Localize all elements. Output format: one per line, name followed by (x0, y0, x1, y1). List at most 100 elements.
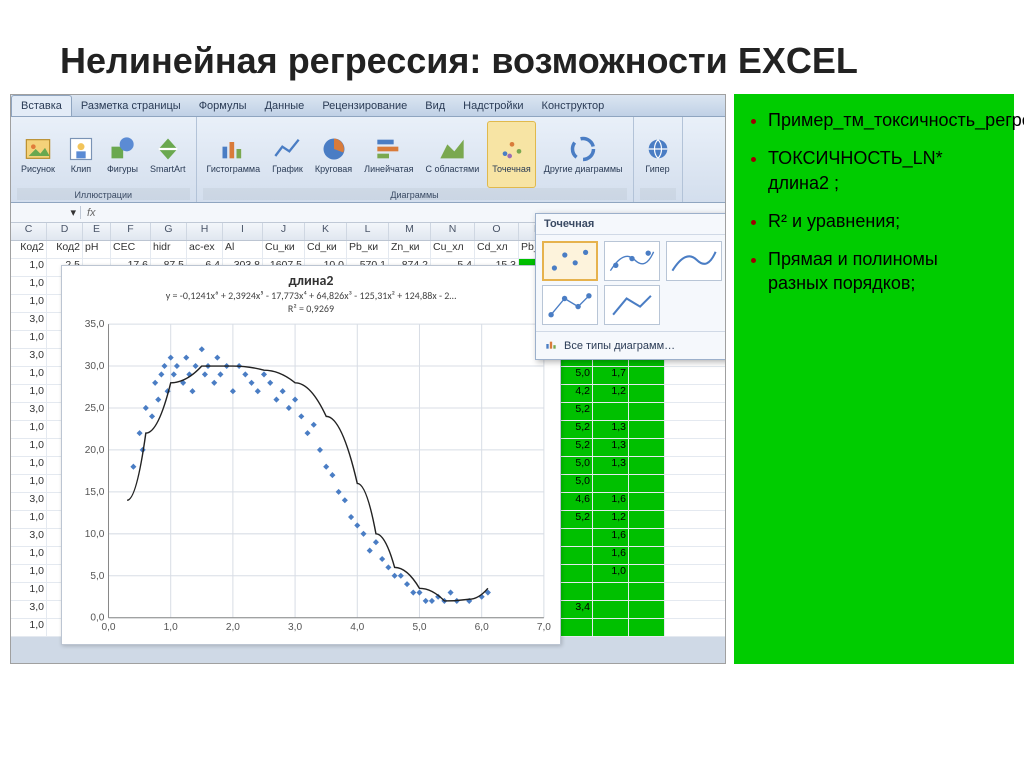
data-cell[interactable] (629, 619, 665, 636)
data-cell[interactable]: 1,3 (593, 439, 629, 456)
data-cell[interactable]: 1,0 (11, 565, 47, 582)
tab-formulas[interactable]: Формулы (190, 96, 256, 116)
col-header-D[interactable]: D (47, 223, 83, 240)
col-header-M[interactable]: M (389, 223, 431, 240)
data-cell[interactable]: 5,0 (557, 475, 593, 492)
insert-clip[interactable]: Клип (63, 121, 99, 188)
data-cell[interactable]: 5,0 (557, 457, 593, 474)
header-cell[interactable]: Cd_хл (475, 241, 519, 258)
chart-bar[interactable]: Линейчатая (360, 121, 417, 188)
col-header-F[interactable]: F (111, 223, 151, 240)
data-cell[interactable]: 3,0 (11, 529, 47, 546)
data-cell[interactable]: 1,0 (11, 385, 47, 402)
col-header-E[interactable]: E (83, 223, 111, 240)
data-cell[interactable]: 1,6 (593, 547, 629, 564)
data-cell[interactable]: 3,0 (11, 493, 47, 510)
data-cell[interactable] (557, 529, 593, 546)
data-cell[interactable]: 1,0 (11, 547, 47, 564)
data-cell[interactable]: 3,0 (11, 601, 47, 618)
header-cell[interactable]: Al (223, 241, 263, 258)
col-header-H[interactable]: H (187, 223, 223, 240)
insert-hyperlink[interactable]: Гипер (640, 121, 676, 188)
data-cell[interactable] (629, 493, 665, 510)
col-header-J[interactable]: J (263, 223, 305, 240)
data-cell[interactable]: 3,0 (11, 313, 47, 330)
data-cell[interactable]: 1,0 (11, 277, 47, 294)
chart-scatter[interactable]: Точечная (487, 121, 536, 188)
tab-review[interactable]: Рецензирование (313, 96, 416, 116)
data-cell[interactable] (593, 403, 629, 420)
all-chart-types[interactable]: Все типы диаграмм… (536, 331, 726, 359)
data-cell[interactable]: 1,2 (593, 385, 629, 402)
col-header-O[interactable]: O (475, 223, 519, 240)
data-cell[interactable] (557, 565, 593, 582)
header-cell[interactable]: CEC (111, 241, 151, 258)
col-header-N[interactable]: N (431, 223, 475, 240)
header-cell[interactable]: Код2 (11, 241, 47, 258)
data-cell[interactable] (557, 619, 593, 636)
header-cell[interactable]: Cd_ки (305, 241, 347, 258)
data-cell[interactable] (593, 619, 629, 636)
data-cell[interactable]: 1,0 (11, 367, 47, 384)
col-header-I[interactable]: I (223, 223, 263, 240)
scatter-lines-option[interactable] (604, 285, 660, 325)
tab-insert[interactable]: Вставка (11, 95, 72, 116)
data-cell[interactable] (629, 547, 665, 564)
tab-page-layout[interactable]: Разметка страницы (72, 96, 190, 116)
insert-picture[interactable]: Рисунок (17, 121, 59, 188)
data-cell[interactable]: 3,0 (11, 403, 47, 420)
data-cell[interactable] (629, 421, 665, 438)
name-box[interactable]: ▾ (11, 206, 81, 219)
data-cell[interactable]: 1,2 (593, 511, 629, 528)
col-header-C[interactable]: C (11, 223, 47, 240)
data-cell[interactable]: 1,0 (593, 565, 629, 582)
data-cell[interactable]: 5,2 (557, 439, 593, 456)
data-cell[interactable]: 1,3 (593, 421, 629, 438)
data-cell[interactable]: 4,2 (557, 385, 593, 402)
header-cell[interactable]: Pb_ки (347, 241, 389, 258)
chart-line[interactable]: График (268, 121, 307, 188)
data-cell[interactable]: 5,0 (557, 367, 593, 384)
insert-shapes[interactable]: Фигуры (103, 121, 142, 188)
header-cell[interactable]: Код2 (47, 241, 83, 258)
data-cell[interactable]: 4,6 (557, 493, 593, 510)
data-cell[interactable]: 5,2 (557, 403, 593, 420)
tab-design[interactable]: Конструктор (533, 96, 614, 116)
data-cell[interactable] (629, 529, 665, 546)
data-cell[interactable]: 1,0 (11, 259, 47, 276)
tab-addins[interactable]: Надстройки (454, 96, 532, 116)
data-cell[interactable]: 1,0 (11, 457, 47, 474)
data-cell[interactable] (629, 601, 665, 618)
data-cell[interactable] (629, 403, 665, 420)
data-cell[interactable]: 1,6 (593, 529, 629, 546)
data-cell[interactable] (629, 475, 665, 492)
data-cell[interactable] (629, 565, 665, 582)
tab-data[interactable]: Данные (256, 96, 314, 116)
data-cell[interactable]: 1,7 (593, 367, 629, 384)
header-cell[interactable]: ac-ex (187, 241, 223, 258)
data-cell[interactable] (629, 583, 665, 600)
scatter-smooth-markers-option[interactable] (604, 241, 660, 281)
insert-smartart[interactable]: SmartArt (146, 121, 190, 188)
data-cell[interactable]: 1,0 (11, 421, 47, 438)
fx-icon[interactable]: fx (81, 207, 102, 219)
data-cell[interactable] (629, 457, 665, 474)
data-cell[interactable] (557, 547, 593, 564)
header-cell[interactable]: Cu_ки (263, 241, 305, 258)
header-cell[interactable]: pH (83, 241, 111, 258)
header-cell[interactable]: hidr (151, 241, 187, 258)
data-cell[interactable]: 1,0 (11, 583, 47, 600)
col-header-K[interactable]: K (305, 223, 347, 240)
data-cell[interactable]: 1,0 (11, 511, 47, 528)
data-cell[interactable] (629, 367, 665, 384)
chart-column[interactable]: Гистограмма (203, 121, 265, 188)
data-cell[interactable] (593, 475, 629, 492)
header-cell[interactable]: Cu_хл (431, 241, 475, 258)
data-cell[interactable]: 5,2 (557, 511, 593, 528)
header-cell[interactable]: Zn_ки (389, 241, 431, 258)
scatter-lines-markers-option[interactable] (542, 285, 598, 325)
data-cell[interactable]: 1,0 (11, 439, 47, 456)
data-cell[interactable]: 1,0 (11, 619, 47, 636)
chart-other[interactable]: Другие диаграммы (540, 121, 627, 188)
data-cell[interactable] (629, 439, 665, 456)
